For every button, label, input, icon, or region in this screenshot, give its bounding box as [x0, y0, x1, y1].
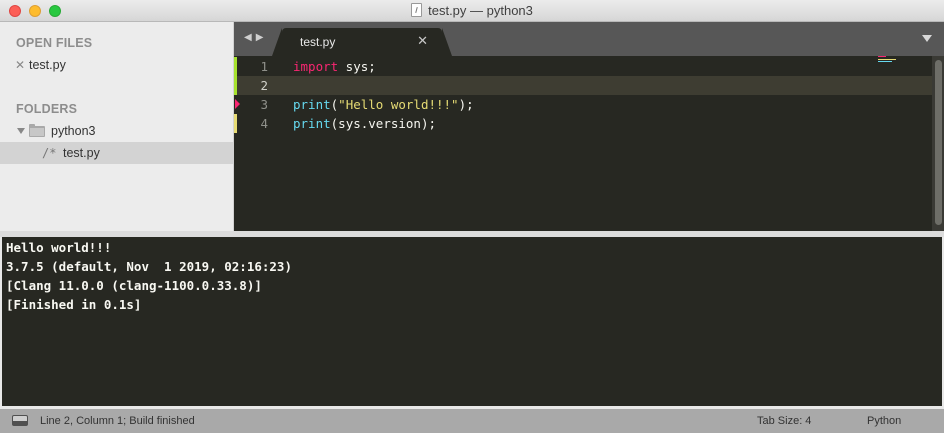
- status-bar: Line 2, Column 1; Build finished Tab Siz…: [0, 409, 944, 433]
- function-token: print: [293, 97, 331, 112]
- code-text: print(sys.version);: [293, 116, 436, 131]
- window-title: test.py — python3: [428, 3, 533, 18]
- minimap[interactable]: [878, 56, 900, 62]
- tab-size-selector[interactable]: Tab Size: 4: [757, 415, 811, 427]
- title-bar: test.py — python3: [0, 0, 944, 22]
- code-line[interactable]: 4 print(sys.version);: [234, 114, 932, 133]
- editor-scrollbar[interactable]: [932, 56, 944, 231]
- window-title-area: test.py — python3: [0, 3, 944, 19]
- output-line: 3.7.5 (default, Nov 1 2019, 02:16:23): [6, 259, 292, 274]
- tab-nav-arrows[interactable]: ◀▶: [244, 32, 267, 43]
- folder-file-item[interactable]: /* test.py: [0, 142, 233, 164]
- code-text: import sys;: [293, 59, 376, 74]
- tab-close-icon[interactable]: ✕: [417, 33, 428, 49]
- tab-bar: ◀▶ test.py ✕: [234, 22, 944, 56]
- keyword-token: import: [293, 59, 339, 74]
- build-output-panel[interactable]: Hello world!!! 3.7.5 (default, Nov 1 201…: [2, 237, 942, 406]
- file-icon: [411, 3, 423, 17]
- sidebar: OPEN FILES ✕ test.py FOLDERS python3 /* …: [0, 22, 234, 231]
- status-position: Line 2, Column 1; Build finished: [40, 415, 195, 427]
- arrow-left-icon[interactable]: ◀: [244, 32, 256, 43]
- output-line: Hello world!!!: [6, 240, 112, 255]
- disclosure-triangle-icon[interactable]: [17, 128, 25, 134]
- open-file-label: test.py: [29, 58, 66, 72]
- folder-item-python3[interactable]: python3: [0, 120, 233, 142]
- folder-file-label: test.py: [63, 146, 100, 160]
- line-number: 3: [260, 97, 268, 112]
- close-icon[interactable]: ✕: [15, 54, 25, 76]
- output-line: [Finished in 0.1s]: [6, 297, 142, 312]
- python-file-icon: /*: [42, 146, 57, 160]
- line-number: 2: [260, 78, 268, 93]
- open-file-item[interactable]: ✕ test.py: [0, 54, 233, 76]
- string-token: "Hello world!!!": [338, 97, 459, 112]
- scrollbar-thumb[interactable]: [935, 60, 942, 225]
- code-line[interactable]: 1 import sys;: [234, 57, 932, 76]
- line-number: 4: [260, 116, 268, 131]
- line-number: 1: [260, 59, 268, 74]
- open-files-heading: OPEN FILES: [16, 36, 93, 50]
- panel-icon[interactable]: [12, 415, 28, 426]
- tab-label: test.py: [300, 35, 336, 49]
- chevron-down-icon[interactable]: [922, 35, 932, 42]
- tab-test-py[interactable]: test.py ✕: [272, 28, 452, 56]
- code-editor[interactable]: 1 import sys; 2 3 print("Hello world!!!"…: [234, 56, 944, 231]
- syntax-selector[interactable]: Python: [867, 415, 901, 427]
- code-line-current[interactable]: 2: [234, 76, 932, 95]
- code-line[interactable]: 3 print("Hello world!!!");: [234, 95, 932, 114]
- output-line: [Clang 11.0.0 (clang-1100.0.33.8)]: [6, 278, 262, 293]
- code-text: print("Hello world!!!");: [293, 97, 474, 112]
- folder-icon: [29, 124, 45, 137]
- function-token: print: [293, 116, 331, 131]
- arrow-right-icon[interactable]: ▶: [256, 32, 268, 43]
- folders-heading: FOLDERS: [16, 102, 78, 116]
- folder-label: python3: [51, 124, 96, 138]
